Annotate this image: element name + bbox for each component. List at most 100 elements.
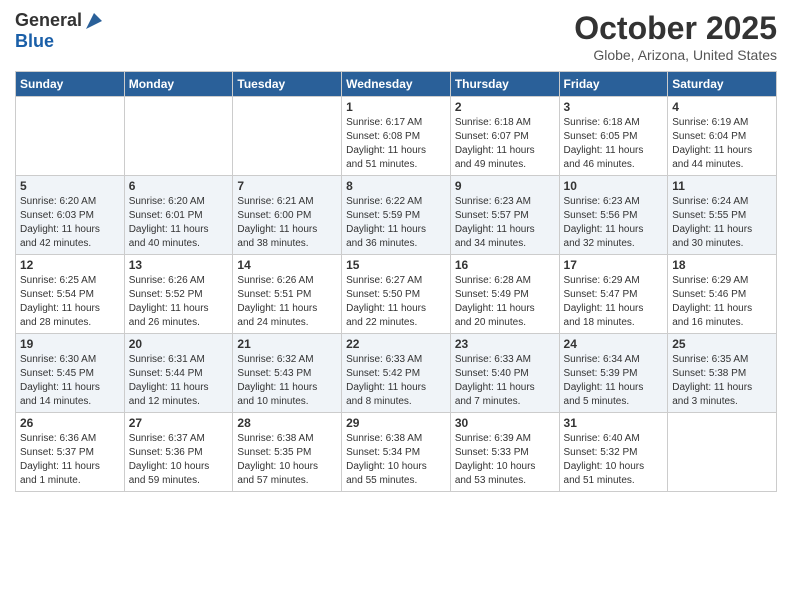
calendar-cell: 11 Sunrise: 6:24 AMSunset: 5:55 PMDayligh… [668,176,777,255]
day-info: Sunrise: 6:35 AMSunset: 5:38 PMDaylight:… [672,353,772,409]
day-number: 27 [129,416,229,430]
day-number: 19 [20,337,120,351]
day-info: Sunrise: 6:20 AMSunset: 6:01 PMDaylight:… [129,195,229,251]
calendar-cell: 21 Sunrise: 6:32 AMSunset: 5:43 PMDayligh… [233,334,342,413]
calendar-cell: 4Sunrise: 6:19 AMSunset: 6:04 PMDaylight… [668,97,777,176]
day-info: Sunrise: 6:27 AMSunset: 5:50 PMDaylight:… [346,274,446,330]
day-info: Sunrise: 6:33 AMSunset: 5:42 PMDaylight:… [346,353,446,409]
logo-general: General [15,10,82,31]
weekday-header-row: SundayMondayTuesdayWednesdayThursdayFrid… [16,72,777,97]
day-info: Sunrise: 6:36 AMSunset: 5:37 PMDaylight:… [20,432,120,488]
calendar-cell: 6 Sunrise: 6:20 AMSunset: 6:01 PMDaylight… [124,176,233,255]
day-info: Sunrise: 6:19 AMSunset: 6:04 PMDaylight:… [672,116,772,172]
calendar-cell: 24 Sunrise: 6:34 AMSunset: 5:39 PMDayligh… [559,334,668,413]
header: General Blue October 2025 Globe, Arizona… [15,10,777,63]
logo: General Blue [15,10,104,52]
calendar-table: SundayMondayTuesdayWednesdayThursdayFrid… [15,71,777,492]
day-number: 18 [672,258,772,272]
logo-text: General Blue [15,10,104,52]
day-number: 26 [20,416,120,430]
logo-arrow-icon [84,11,104,31]
day-number: 25 [672,337,772,351]
calendar-cell: 7 Sunrise: 6:21 AMSunset: 6:00 PMDaylight… [233,176,342,255]
day-info: Sunrise: 6:24 AMSunset: 5:55 PMDaylight:… [672,195,772,251]
day-number: 22 [346,337,446,351]
day-number: 11 [672,179,772,193]
calendar-cell: 17Sunrise: 6:29 AMSunset: 5:47 PMDayligh… [559,255,668,334]
calendar-cell [16,97,125,176]
calendar-cell: 19 Sunrise: 6:30 AMSunset: 5:45 PMDayligh… [16,334,125,413]
day-info: Sunrise: 6:21 AMSunset: 6:00 PMDaylight:… [237,195,337,251]
day-info: Sunrise: 6:17 AMSunset: 6:08 PMDaylight:… [346,116,446,172]
calendar-cell: 26 Sunrise: 6:36 AMSunset: 5:37 PMDayligh… [16,413,125,492]
day-info: Sunrise: 6:28 AMSunset: 5:49 PMDaylight:… [455,274,555,330]
week-row-1: 1 Sunrise: 6:17 AMSunset: 6:08 PMDaylight… [16,97,777,176]
day-number: 9 [455,179,555,193]
month-title: October 2025 [574,10,777,47]
day-number: 31 [564,416,664,430]
day-number: 8 [346,179,446,193]
day-number: 2 [455,100,555,114]
day-number: 30 [455,416,555,430]
calendar-cell: 9 Sunrise: 6:23 AMSunset: 5:57 PMDaylight… [450,176,559,255]
calendar-cell: 25 Sunrise: 6:35 AMSunset: 5:38 PMDayligh… [668,334,777,413]
calendar-cell: 27 Sunrise: 6:37 AMSunset: 5:36 PMDayligh… [124,413,233,492]
weekday-header-tuesday: Tuesday [233,72,342,97]
logo-blue: Blue [15,31,104,52]
day-info: Sunrise: 6:23 AMSunset: 5:57 PMDaylight:… [455,195,555,251]
day-info: Sunrise: 6:23 AMSunset: 5:56 PMDaylight:… [564,195,664,251]
day-info: Sunrise: 6:40 AMSunset: 5:32 PMDaylight:… [564,432,664,488]
day-info: Sunrise: 6:18 AMSunset: 6:07 PMDaylight:… [455,116,555,172]
day-info: Sunrise: 6:37 AMSunset: 5:36 PMDaylight:… [129,432,229,488]
calendar-cell: 14Sunrise: 6:26 AMSunset: 5:51 PMDayligh… [233,255,342,334]
week-row-4: 19 Sunrise: 6:30 AMSunset: 5:45 PMDayligh… [16,334,777,413]
calendar-cell: 2 Sunrise: 6:18 AMSunset: 6:07 PMDaylight… [450,97,559,176]
calendar-cell: 15Sunrise: 6:27 AMSunset: 5:50 PMDayligh… [342,255,451,334]
day-number: 16 [455,258,555,272]
weekday-header-saturday: Saturday [668,72,777,97]
day-info: Sunrise: 6:32 AMSunset: 5:43 PMDaylight:… [237,353,337,409]
day-number: 10 [564,179,664,193]
calendar-cell [233,97,342,176]
location: Globe, Arizona, United States [574,47,777,63]
calendar-cell: 8 Sunrise: 6:22 AMSunset: 5:59 PMDaylight… [342,176,451,255]
day-info: Sunrise: 6:39 AMSunset: 5:33 PMDaylight:… [455,432,555,488]
calendar-cell: 1 Sunrise: 6:17 AMSunset: 6:08 PMDaylight… [342,97,451,176]
day-number: 20 [129,337,229,351]
day-number: 1 [346,100,446,114]
day-number: 7 [237,179,337,193]
title-block: October 2025 Globe, Arizona, United Stat… [574,10,777,63]
day-info: Sunrise: 6:22 AMSunset: 5:59 PMDaylight:… [346,195,446,251]
calendar-cell: 13 Sunrise: 6:26 AMSunset: 5:52 PMDayligh… [124,255,233,334]
calendar-cell: 31 Sunrise: 6:40 AMSunset: 5:32 PMDayligh… [559,413,668,492]
day-info: Sunrise: 6:20 AMSunset: 6:03 PMDaylight:… [20,195,120,251]
day-info: Sunrise: 6:26 AMSunset: 5:52 PMDaylight:… [129,274,229,330]
calendar-cell [124,97,233,176]
day-number: 12 [20,258,120,272]
calendar-cell: 16 Sunrise: 6:28 AMSunset: 5:49 PMDayligh… [450,255,559,334]
day-info: Sunrise: 6:30 AMSunset: 5:45 PMDaylight:… [20,353,120,409]
day-number: 14 [237,258,337,272]
calendar-cell: 28Sunrise: 6:38 AMSunset: 5:35 PMDayligh… [233,413,342,492]
weekday-header-sunday: Sunday [16,72,125,97]
day-info: Sunrise: 6:18 AMSunset: 6:05 PMDaylight:… [564,116,664,172]
weekday-header-monday: Monday [124,72,233,97]
day-number: 24 [564,337,664,351]
calendar-cell: 12 Sunrise: 6:25 AMSunset: 5:54 PMDayligh… [16,255,125,334]
day-info: Sunrise: 6:33 AMSunset: 5:40 PMDaylight:… [455,353,555,409]
week-row-2: 5Sunrise: 6:20 AMSunset: 6:03 PMDaylight… [16,176,777,255]
calendar-cell: 23Sunrise: 6:33 AMSunset: 5:40 PMDayligh… [450,334,559,413]
day-number: 13 [129,258,229,272]
day-number: 29 [346,416,446,430]
day-info: Sunrise: 6:31 AMSunset: 5:44 PMDaylight:… [129,353,229,409]
day-number: 21 [237,337,337,351]
week-row-5: 26 Sunrise: 6:36 AMSunset: 5:37 PMDayligh… [16,413,777,492]
day-number: 28 [237,416,337,430]
calendar-cell [668,413,777,492]
weekday-header-wednesday: Wednesday [342,72,451,97]
calendar-cell: 20 Sunrise: 6:31 AMSunset: 5:44 PMDayligh… [124,334,233,413]
day-number: 6 [129,179,229,193]
calendar-cell: 30 Sunrise: 6:39 AMSunset: 5:33 PMDayligh… [450,413,559,492]
day-info: Sunrise: 6:34 AMSunset: 5:39 PMDaylight:… [564,353,664,409]
day-info: Sunrise: 6:25 AMSunset: 5:54 PMDaylight:… [20,274,120,330]
